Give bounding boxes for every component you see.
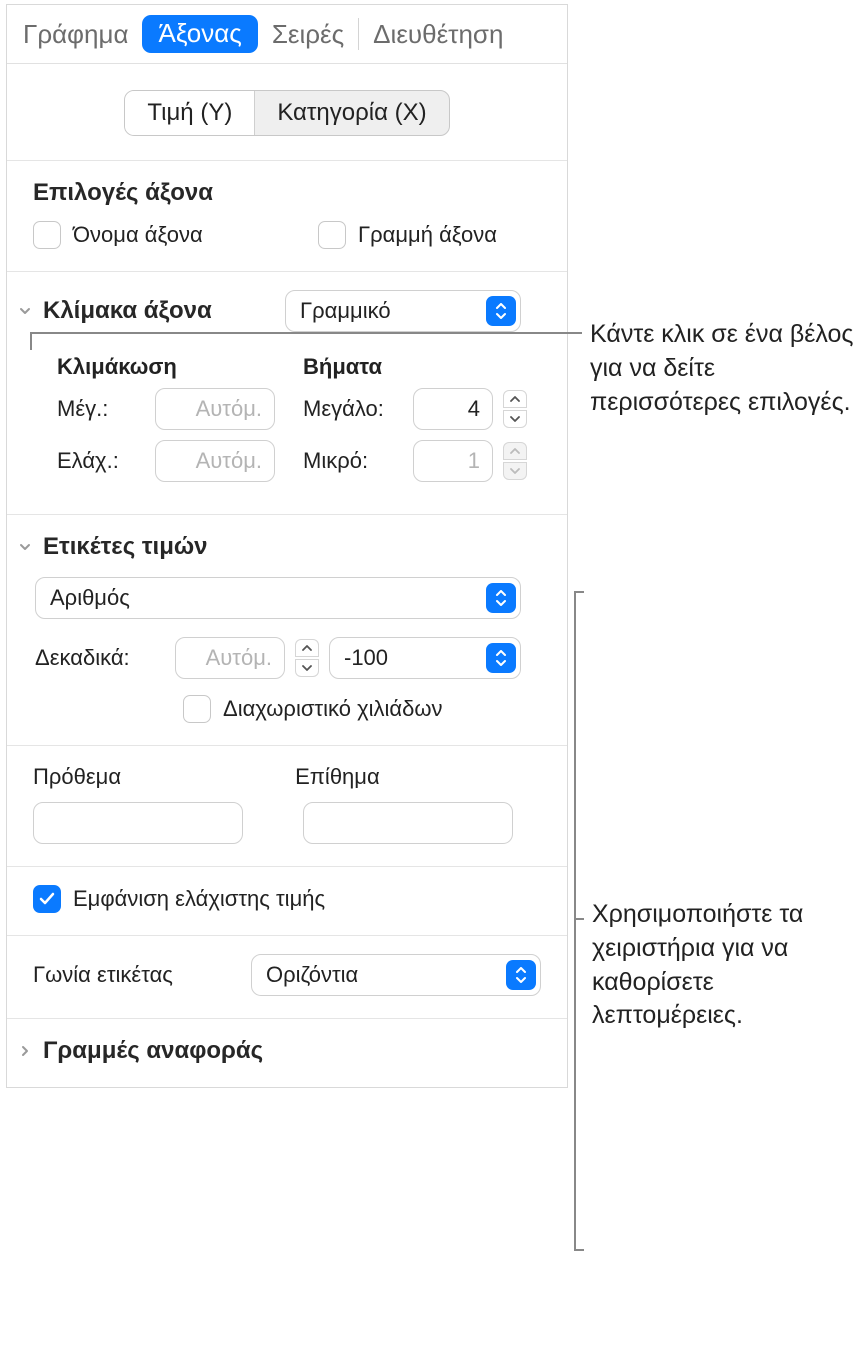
axis-options-title: Επιλογές άξονα [33,179,541,207]
chevron-down-icon [17,303,33,319]
step-major-stepper[interactable] [503,390,527,428]
decimals-stepper[interactable] [295,639,319,677]
value-labels-section: Ετικέτες τιμών Αριθμός Δεκαδικά: Αυτόμ. [7,515,567,746]
decimals-input[interactable]: Αυτόμ. [175,637,285,679]
segment-category-x[interactable]: Κατηγορία (X) [254,91,448,135]
value-labels-format-select[interactable]: Αριθμός [35,577,521,619]
reference-lines-section: Γραμμές αναφοράς [7,1019,567,1087]
step-major-label: Μεγάλο: [303,396,403,422]
callout-leader [574,591,576,1251]
step-minor-input[interactable]: 1 [413,440,493,482]
scale-max-input[interactable]: Αυτόμ. [155,388,275,430]
label-angle-label: Γωνία ετικέτας [33,962,233,988]
axis-scale-section: Κλίμακα άξονα Γραμμικό Κλιμάκωση Μέγ.: [7,272,567,515]
checkbox-icon [33,221,61,249]
chevron-down-icon [17,539,33,555]
step-minor-label: Μικρό: [303,448,403,474]
value-labels-disclosure[interactable]: Ετικέτες τιμών [13,533,541,561]
stepper-up-icon[interactable] [295,639,319,657]
tab-separator [358,18,359,50]
prefix-input[interactable] [33,802,243,844]
scale-max-label: Μέγ.: [57,396,147,422]
prefix-label: Πρόθεμα [33,764,121,790]
axis-line-checkbox[interactable]: Γραμμή άξονα [318,221,497,249]
stepper-down-icon[interactable] [503,462,527,480]
scaling-title: Κλιμάκωση [57,354,275,380]
axis-scale-type-value: Γραμμικό [300,298,486,324]
scale-min-input[interactable]: Αυτόμ. [155,440,275,482]
axis-line-label: Γραμμή άξονα [358,222,497,248]
checkbox-icon [183,695,211,723]
suffix-input[interactable] [303,802,513,844]
reference-lines-title: Γραμμές αναφοράς [43,1037,263,1065]
axis-scale-type-select[interactable]: Γραμμικό [285,290,521,332]
axis-options-section: Επιλογές άξονα Όνομα άξονα Γραμμή άξονα [7,161,567,272]
tab-arrange[interactable]: Διευθέτηση [373,19,503,50]
steps-title: Βήματα [303,354,527,380]
chevron-right-icon [17,1043,33,1059]
negative-format-value: -100 [344,645,486,671]
axis-scale-title: Κλίμακα άξονα [43,297,212,325]
step-minor-stepper[interactable] [503,442,527,480]
stepper-up-icon[interactable] [503,390,527,408]
show-min-checkbox[interactable]: Εμφάνιση ελάχιστης τιμής [33,885,541,913]
updown-icon [486,583,516,613]
label-angle-section: Γωνία ετικέτας Οριζόντια [7,936,567,1019]
segment-value-y[interactable]: Τιμή (Y) [125,91,254,135]
callout-text: Κάντε κλικ σε ένα βέλος για να δείτε περ… [590,318,860,419]
decimals-label: Δεκαδικά: [35,645,165,671]
axis-segmented: Τιμή (Y) Κατηγορία (X) [124,90,449,136]
axis-scale-disclosure[interactable]: Κλίμακα άξονα [13,297,212,325]
negative-format-select[interactable]: -100 [329,637,521,679]
axis-name-checkbox[interactable]: Όνομα άξονα [33,221,203,249]
checkbox-checked-icon [33,885,61,913]
value-labels-title: Ετικέτες τιμών [43,533,208,561]
callout-leader [574,591,584,593]
thousands-separator-checkbox[interactable]: Διαχωριστικό χιλιάδων [183,695,521,723]
suffix-label: Επίθημα [295,764,380,790]
callout-leader [30,332,582,334]
label-angle-select[interactable]: Οριζόντια [251,954,541,996]
reference-lines-disclosure[interactable]: Γραμμές αναφοράς [13,1037,541,1065]
tab-chart[interactable]: Γράφημα [23,19,128,50]
step-major-input[interactable]: 4 [413,388,493,430]
thousands-separator-label: Διαχωριστικό χιλιάδων [223,696,443,722]
show-min-label: Εμφάνιση ελάχιστης τιμής [73,886,325,912]
tab-series[interactable]: Σειρές [272,19,344,50]
axis-name-label: Όνομα άξονα [73,222,203,248]
inspector-tabs: Γράφημα Άξονας Σειρές Διευθέτηση [7,5,567,64]
tab-axis[interactable]: Άξονας [142,15,257,53]
scale-min-label: Ελάχ.: [57,448,147,474]
stepper-up-icon[interactable] [503,442,527,460]
scaling-column: Κλιμάκωση Μέγ.: Αυτόμ. Ελάχ.: Αυτόμ. [57,354,275,492]
inspector-panel: Γράφημα Άξονας Σειρές Διευθέτηση Τιμή (Y… [6,4,568,1088]
stepper-down-icon[interactable] [295,659,319,677]
callout-text: Χρησιμοποιήστε τα χειριστήρια για να καθ… [592,898,862,1033]
stepper-down-icon[interactable] [503,410,527,428]
axis-segment-row: Τιμή (Y) Κατηγορία (X) [7,64,567,161]
updown-icon [506,960,536,990]
label-angle-value: Οριζόντια [266,962,506,988]
checkbox-icon [318,221,346,249]
callout-leader [30,332,32,350]
callout-leader [574,1249,584,1251]
callout-leader [574,918,584,920]
prefix-suffix-section: Πρόθεμα Επίθημα [7,746,567,867]
show-min-section: Εμφάνιση ελάχιστης τιμής [7,867,567,936]
updown-icon [486,643,516,673]
value-labels-format-value: Αριθμός [50,585,486,611]
updown-icon [486,296,516,326]
steps-column: Βήματα Μεγάλο: 4 Μικρό: 1 [303,354,527,492]
